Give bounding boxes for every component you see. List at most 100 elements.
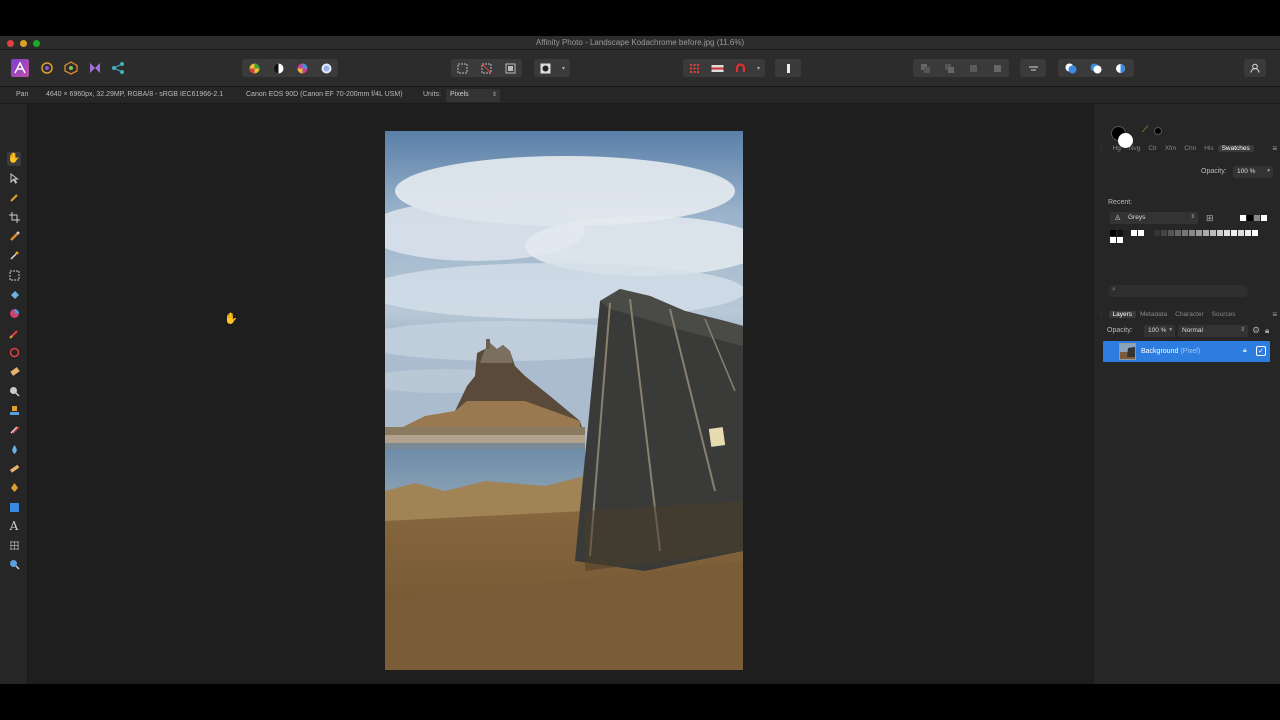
colour-swatch[interactable]	[1254, 215, 1260, 221]
tone-mapping-persona-icon[interactable]	[86, 59, 104, 77]
colour-swatch[interactable]	[1182, 230, 1188, 236]
document-photo[interactable]	[385, 131, 743, 670]
colour-swatch[interactable]	[1175, 230, 1181, 236]
grid-icon[interactable]	[688, 62, 701, 75]
colour-swatch[interactable]	[1203, 230, 1209, 236]
snapping-magnet-icon[interactable]	[734, 62, 747, 75]
tab-colour[interactable]: Clr	[1144, 145, 1160, 152]
colour-swatch[interactable]	[1161, 230, 1167, 236]
colour-swatch[interactable]	[1238, 230, 1244, 236]
colour-swatch[interactable]	[1245, 230, 1251, 236]
palette-options-icon[interactable]: ⊞	[1206, 213, 1214, 224]
move-backward-icon[interactable]	[943, 62, 956, 75]
colour-swatch[interactable]	[1247, 215, 1253, 221]
add-shape-icon[interactable]	[1064, 62, 1077, 75]
units-select[interactable]: Pixels ⇕	[446, 89, 500, 102]
intersect-shape-icon[interactable]	[1115, 62, 1128, 75]
view-tool-hand-icon[interactable]: ✋	[7, 152, 21, 166]
layer-lock-icon[interactable]: 🔒︎	[1243, 347, 1247, 355]
current-colour-swatch[interactable]	[1154, 127, 1162, 135]
gradient-tool-icon[interactable]	[7, 306, 21, 320]
tab-transform[interactable]: Xfm	[1161, 145, 1181, 152]
colour-swatch[interactable]	[1117, 237, 1123, 243]
colour-swatch[interactable]	[1189, 230, 1195, 236]
panel-menu-icon[interactable]: ≡	[1272, 310, 1277, 319]
tab-channels[interactable]: Chn	[1180, 145, 1200, 152]
move-back-icon[interactable]	[919, 62, 932, 75]
colour-picker-tool-icon[interactable]	[7, 190, 21, 204]
deselect-icon[interactable]	[480, 62, 493, 75]
chevron-down-icon[interactable]: ▾	[757, 65, 760, 72]
rectangular-marquee-tool-icon[interactable]	[7, 268, 21, 282]
auto-colour-icon[interactable]	[296, 62, 309, 75]
colour-swatch[interactable]	[1231, 230, 1237, 236]
tab-layers[interactable]: Layers	[1108, 310, 1137, 318]
colour-swatch[interactable]	[1210, 230, 1216, 236]
crop-tool-icon[interactable]	[7, 210, 21, 224]
blur-brush-tool-icon[interactable]	[7, 442, 21, 456]
erase-tool-icon[interactable]	[7, 364, 21, 378]
develop-persona-icon[interactable]	[62, 59, 80, 77]
inpainting-tool-icon[interactable]	[7, 422, 21, 436]
colour-swatch[interactable]	[1154, 230, 1160, 236]
pen-tool-icon[interactable]	[7, 480, 21, 494]
liquify-persona-icon[interactable]	[38, 59, 56, 77]
tab-swatches[interactable]: Swatches	[1217, 144, 1254, 152]
auto-white-balance-icon[interactable]	[320, 62, 333, 75]
tab-history[interactable]: His	[1200, 145, 1217, 152]
tab-character[interactable]: Character	[1171, 311, 1208, 318]
assistant-icon[interactable]	[711, 62, 724, 75]
swatch-search-input[interactable]: ⌕	[1108, 285, 1248, 297]
invert-selection-icon[interactable]	[504, 62, 517, 75]
tab-metadata[interactable]: Metadata	[1136, 311, 1171, 318]
dodge-tool-icon[interactable]	[7, 384, 21, 398]
tab-sources[interactable]: Sources	[1208, 311, 1240, 318]
secondary-colour-well[interactable]	[1118, 133, 1133, 148]
colour-swatch[interactable]	[1110, 230, 1116, 236]
marquee-select-icon[interactable]	[456, 62, 469, 75]
move-front-icon[interactable]	[991, 62, 1004, 75]
chevron-down-icon[interactable]: ▾	[562, 65, 565, 72]
colour-swatch[interactable]	[1196, 230, 1202, 236]
paint-brush-tool-icon[interactable]	[7, 326, 21, 340]
colour-swatch[interactable]	[1252, 230, 1258, 236]
flood-select-tool-icon[interactable]	[7, 248, 21, 262]
layer-opacity-field[interactable]: 100 % ▾	[1144, 325, 1175, 337]
insert-target-icon[interactable]	[782, 62, 795, 75]
lock-icon[interactable]: 🔒︎	[1265, 326, 1269, 336]
panel-menu-icon[interactable]: ≡	[1272, 144, 1277, 153]
levels-icon[interactable]	[248, 62, 261, 75]
quick-mask-icon[interactable]	[539, 62, 552, 75]
colour-swatch[interactable]	[1131, 230, 1137, 236]
healing-brush-tool-icon[interactable]	[7, 461, 21, 475]
selection-brush-tool-icon[interactable]	[7, 229, 21, 243]
colour-swatch[interactable]	[1138, 230, 1144, 236]
colour-swatch[interactable]	[1168, 230, 1174, 236]
subtract-shape-icon[interactable]	[1089, 62, 1102, 75]
layer-row[interactable]: Background (Pixel) 🔒︎ ✓	[1103, 341, 1270, 362]
colour-replacement-tool-icon[interactable]	[7, 345, 21, 359]
colour-swatch[interactable]	[1117, 230, 1123, 236]
palette-select[interactable]: ◬ Greys ⇕	[1110, 212, 1198, 224]
export-persona-icon[interactable]	[109, 59, 127, 77]
colour-swatch[interactable]	[1217, 230, 1223, 236]
blend-mode-select[interactable]: Normal ⇕	[1178, 325, 1248, 337]
mesh-warp-tool-icon[interactable]	[7, 538, 21, 552]
colour-swatch[interactable]	[1240, 215, 1246, 221]
move-tool-icon[interactable]	[7, 171, 21, 185]
colour-picker-icon[interactable]: ⟋	[1142, 124, 1148, 135]
auto-contrast-icon[interactable]	[272, 62, 285, 75]
swatch-opacity-field[interactable]: 100 % ▾	[1233, 166, 1273, 178]
move-forward-icon[interactable]	[967, 62, 980, 75]
layer-visibility-checkbox[interactable]: ✓	[1256, 346, 1266, 356]
align-icon[interactable]	[1027, 62, 1040, 75]
clone-tool-icon[interactable]	[7, 403, 21, 417]
colour-swatch[interactable]	[1261, 215, 1267, 221]
zoom-tool-icon[interactable]	[7, 557, 21, 571]
user-account-icon[interactable]	[1244, 59, 1266, 77]
colour-swatch[interactable]	[1224, 230, 1230, 236]
photo-persona-icon[interactable]	[11, 59, 29, 77]
colour-swatch[interactable]	[1110, 237, 1116, 243]
gear-icon[interactable]: ⚙	[1252, 325, 1260, 336]
rectangle-tool-icon[interactable]	[7, 500, 21, 514]
